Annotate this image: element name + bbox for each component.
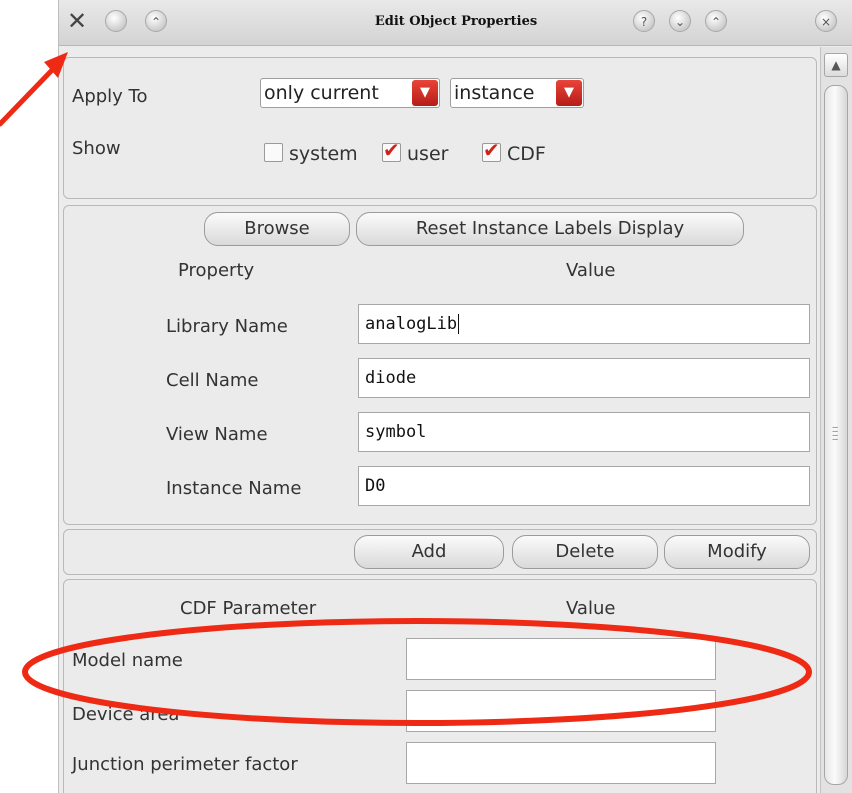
title-bar[interactable]: ✕ ⌃ Edit Object Properties ? ⌄ ⌃ × [59, 0, 852, 46]
shade-icon[interactable]: ⌃ [145, 10, 167, 32]
show-system-label: system [289, 143, 358, 165]
property-column-header: Property [178, 260, 255, 281]
minimize-icon[interactable] [105, 10, 127, 32]
cell-name-label: Cell Name [166, 370, 259, 391]
model-name-label: Model name [72, 650, 183, 671]
library-name-field[interactable]: analogLib [358, 304, 810, 344]
grip-icon: ‒ ‒ ‒ ‒ [832, 422, 839, 445]
junction-perimeter-factor-label: Junction perimeter factor [72, 754, 298, 775]
chevron-up-icon[interactable]: ⌃ [705, 10, 727, 32]
scroll-up-icon[interactable]: ▲ [824, 53, 848, 77]
show-system-checkbox[interactable]: system [264, 142, 358, 166]
help-icon[interactable]: ? [633, 10, 655, 32]
reset-instance-labels-button[interactable]: Reset Instance Labels Display [356, 212, 744, 246]
library-name-value: analogLib [365, 314, 458, 334]
close-icon[interactable]: × [815, 10, 837, 32]
view-name-field[interactable]: symbol [358, 412, 810, 452]
apply-scope-value: only current [264, 82, 379, 104]
browse-button[interactable]: Browse [204, 212, 350, 246]
junction-perimeter-factor-field[interactable] [406, 742, 716, 784]
text-cursor [458, 314, 460, 334]
add-button[interactable]: Add [354, 535, 504, 569]
chevron-down-icon[interactable]: ▼ [412, 80, 438, 106]
dialog-content: Apply To only current ▼ instance ▼ Show … [61, 47, 819, 793]
instance-name-label: Instance Name [166, 478, 302, 499]
vertical-scrollbar[interactable]: ▲ ‒ ‒ ‒ ‒ [820, 47, 852, 793]
edit-object-properties-window: ✕ ⌃ Edit Object Properties ? ⌄ ⌃ × Apply… [58, 0, 852, 793]
apply-scope-select[interactable]: only current ▼ [260, 78, 440, 108]
properties-panel: Browse Reset Instance Labels Display Pro… [63, 205, 817, 525]
value-column-header: Value [566, 260, 616, 281]
window-title: Edit Object Properties [374, 14, 538, 29]
cdf-parameter-column-header: CDF Parameter [180, 598, 317, 619]
apply-panel: Apply To only current ▼ instance ▼ Show … [63, 57, 817, 199]
chevron-down-icon[interactable]: ⌄ [669, 10, 691, 32]
modify-button[interactable]: Modify [664, 535, 810, 569]
apply-target-select[interactable]: instance ▼ [450, 78, 584, 108]
show-user-label: user [407, 143, 449, 165]
apply-to-label: Apply To [72, 86, 148, 107]
show-cdf-label: CDF [507, 143, 546, 165]
tools-icon[interactable]: ✕ [67, 8, 93, 34]
delete-button[interactable]: Delete [512, 535, 658, 569]
cdf-panel: CDF Parameter Value Model name Device ar… [63, 579, 817, 793]
chevron-down-icon[interactable]: ▼ [556, 80, 582, 106]
device-area-field[interactable] [406, 690, 716, 732]
model-name-field[interactable] [406, 638, 716, 680]
checkbox-icon[interactable] [264, 143, 283, 162]
show-cdf-checkbox[interactable]: CDF [482, 138, 546, 166]
checkbox-checked-icon[interactable] [382, 138, 401, 162]
cell-name-field[interactable]: diode [358, 358, 810, 398]
show-user-checkbox[interactable]: user [382, 138, 449, 166]
checkbox-checked-icon[interactable] [482, 138, 501, 162]
view-name-label: View Name [166, 424, 268, 445]
apply-target-value: instance [454, 82, 535, 104]
device-area-label: Device area [72, 704, 180, 725]
show-label: Show [72, 138, 121, 159]
library-name-label: Library Name [166, 316, 288, 337]
cdf-value-column-header: Value [566, 598, 616, 619]
scrollbar-thumb[interactable]: ‒ ‒ ‒ ‒ [824, 85, 848, 785]
instance-name-field[interactable]: D0 [358, 466, 810, 506]
actions-panel: Add Delete Modify [63, 529, 817, 575]
